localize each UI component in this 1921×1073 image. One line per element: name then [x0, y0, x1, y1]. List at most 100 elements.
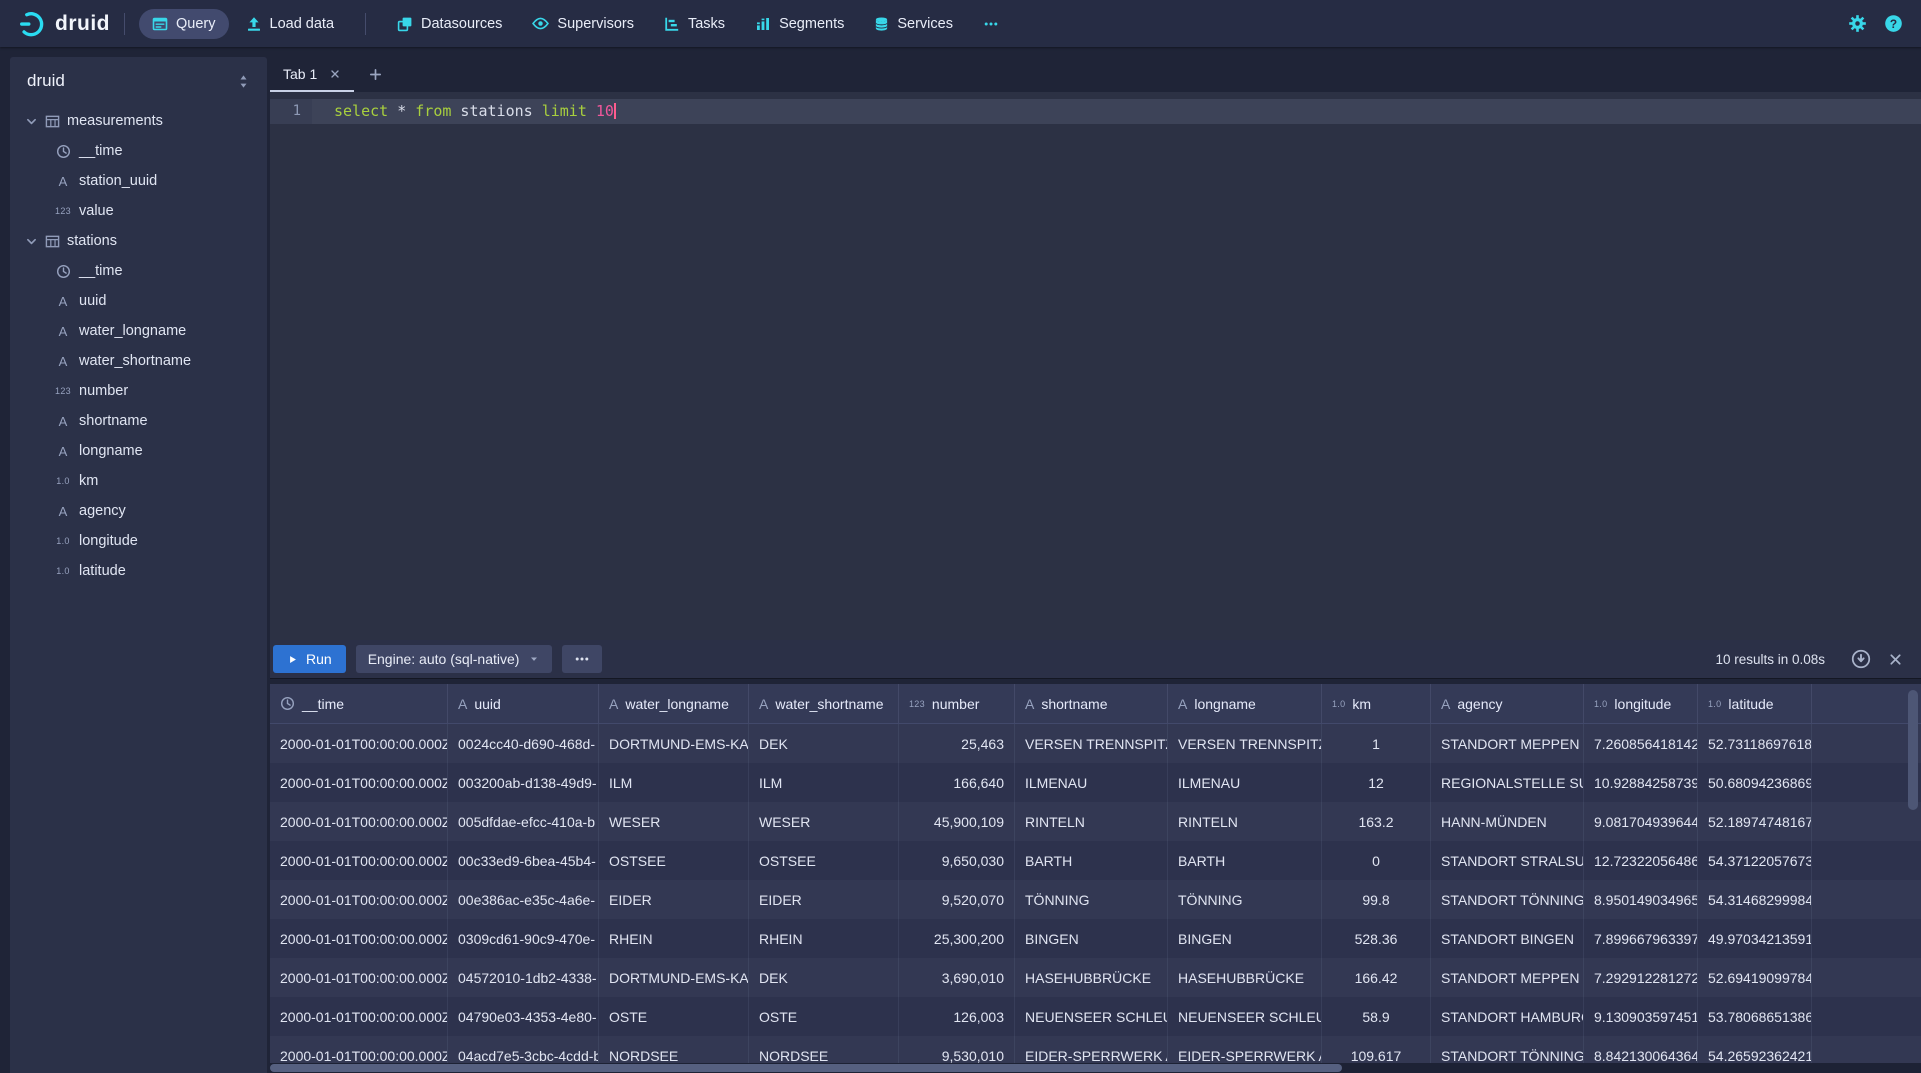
schema-column-uuid[interactable]: Auuid: [10, 286, 267, 316]
cell-__time[interactable]: 2000-01-01T00:00:00.000Z: [270, 841, 448, 880]
nav-item-supervisors[interactable]: Supervisors: [519, 8, 647, 39]
cell-__time[interactable]: 2000-01-01T00:00:00.000Z: [270, 958, 448, 997]
druid-logo[interactable]: druid: [18, 10, 110, 37]
cell-water_shortname[interactable]: OSTE: [749, 997, 899, 1036]
run-button[interactable]: Run: [273, 645, 346, 673]
column-header-number[interactable]: 123number: [899, 684, 1015, 723]
nav-item-load-data[interactable]: Load data: [233, 9, 348, 39]
cell-agency[interactable]: STANDORT STRALSUND: [1431, 841, 1584, 880]
cell-number[interactable]: 9,650,030: [899, 841, 1015, 880]
column-header-shortname[interactable]: Ashortname: [1015, 684, 1168, 723]
engine-select[interactable]: Engine: auto (sql-native): [356, 645, 553, 673]
cell-km[interactable]: 163.2: [1322, 802, 1431, 841]
cell-shortname[interactable]: BINGEN: [1015, 919, 1168, 958]
cell-shortname[interactable]: RINTELN: [1015, 802, 1168, 841]
nav-item-segments[interactable]: Segments: [742, 9, 857, 39]
cell-water_longname[interactable]: ILM: [599, 763, 749, 802]
cell-water_longname[interactable]: EIDER: [599, 880, 749, 919]
cell-latitude[interactable]: 52.6941909978435: [1698, 958, 1812, 997]
cell-latitude[interactable]: 54.3712205767334: [1698, 841, 1812, 880]
cell-km[interactable]: 99.8: [1322, 880, 1431, 919]
cell-number[interactable]: 9,520,070: [899, 880, 1015, 919]
cell-latitude[interactable]: 53.7806865138635: [1698, 997, 1812, 1036]
cell-longname[interactable]: NEUENSEER SCHLEUSE: [1168, 997, 1322, 1036]
cell-water_longname[interactable]: DORTMUND-EMS-KANAL: [599, 958, 749, 997]
cell-shortname[interactable]: ILMENAU: [1015, 763, 1168, 802]
cell-water_shortname[interactable]: EIDER: [749, 880, 899, 919]
cell-agency[interactable]: REGIONALSTELLE SUHL: [1431, 763, 1584, 802]
cell-longname[interactable]: VERSEN TRENNSPITZE: [1168, 724, 1322, 763]
column-header-km[interactable]: 1.0km: [1322, 684, 1431, 723]
schema-column-value[interactable]: 123value: [10, 196, 267, 226]
cell-shortname[interactable]: VERSEN TRENNSPITZE: [1015, 724, 1168, 763]
close-results-icon[interactable]: [1888, 652, 1903, 667]
schema-column-__time[interactable]: __time: [10, 256, 267, 286]
nav-item-services[interactable]: Services: [861, 9, 966, 39]
cell-longitude[interactable]: 8.95014903496543: [1584, 880, 1698, 919]
cell-longname[interactable]: TÖNNING: [1168, 880, 1322, 919]
cell-km[interactable]: 166.42: [1322, 958, 1431, 997]
settings-gear-icon[interactable]: [1848, 14, 1867, 33]
cell-water_longname[interactable]: WESER: [599, 802, 749, 841]
nav-item-tasks[interactable]: Tasks: [651, 9, 738, 39]
cell-uuid[interactable]: 003200ab-d138-49d9-: [448, 763, 599, 802]
cell-longitude[interactable]: 9.08170493964461: [1584, 802, 1698, 841]
cell-number[interactable]: 166,640: [899, 763, 1015, 802]
cell-number[interactable]: 25,463: [899, 724, 1015, 763]
cell-km[interactable]: 12: [1322, 763, 1431, 802]
nav-item-datasources[interactable]: Datasources: [384, 9, 515, 39]
cell-longname[interactable]: HASEHUBBRÜCKE: [1168, 958, 1322, 997]
cell-agency[interactable]: STANDORT MEPPEN: [1431, 724, 1584, 763]
cell-longname[interactable]: RINTELN: [1168, 802, 1322, 841]
cell-uuid[interactable]: 00c33ed9-6bea-45b4-: [448, 841, 599, 880]
add-tab-button[interactable]: [362, 57, 389, 92]
cell-__time[interactable]: 2000-01-01T00:00:00.000Z: [270, 919, 448, 958]
cell-water_longname[interactable]: RHEIN: [599, 919, 749, 958]
cell-uuid[interactable]: 00e386ac-e35c-4a6e-: [448, 880, 599, 919]
schema-column-shortname[interactable]: Ashortname: [10, 406, 267, 436]
download-icon[interactable]: [1851, 649, 1871, 669]
schema-table-measurements[interactable]: measurements: [10, 106, 267, 136]
cell-longname[interactable]: ILMENAU: [1168, 763, 1322, 802]
cell-water_shortname[interactable]: WESER: [749, 802, 899, 841]
cell-longitude[interactable]: 7.26085641814285: [1584, 724, 1698, 763]
cell-agency[interactable]: STANDORT MEPPEN: [1431, 958, 1584, 997]
cell-__time[interactable]: 2000-01-01T00:00:00.000Z: [270, 763, 448, 802]
nav-item-query[interactable]: Query: [139, 9, 229, 39]
sort-swap-icon[interactable]: [236, 74, 251, 89]
schema-column-longitude[interactable]: 1.0longitude: [10, 526, 267, 556]
schema-column-longname[interactable]: Alongname: [10, 436, 267, 466]
cell-number[interactable]: 3,690,010: [899, 958, 1015, 997]
sql-editor[interactable]: 1 select * from stations limit 10: [270, 92, 1921, 640]
schema-table-stations[interactable]: stations: [10, 226, 267, 256]
cell-longitude[interactable]: 7.89966796339776: [1584, 919, 1698, 958]
column-header-longitude[interactable]: 1.0longitude: [1584, 684, 1698, 723]
horizontal-scrollbar[interactable]: [270, 1064, 1342, 1072]
query-text[interactable]: select * from stations limit 10: [312, 99, 1921, 124]
schema-column-water_longname[interactable]: Awater_longname: [10, 316, 267, 346]
cell-uuid[interactable]: 04790e03-4353-4e80-: [448, 997, 599, 1036]
cell-longitude[interactable]: 7.29291228127275: [1584, 958, 1698, 997]
tab-tab1[interactable]: Tab 1: [270, 57, 354, 92]
cell-water_longname[interactable]: DORTMUND-EMS-KANAL: [599, 724, 749, 763]
cell-water_longname[interactable]: OSTSEE: [599, 841, 749, 880]
column-header-agency[interactable]: Aagency: [1431, 684, 1584, 723]
cell-uuid[interactable]: 005dfdae-efcc-410a-b: [448, 802, 599, 841]
tab-close-icon[interactable]: [329, 68, 341, 80]
cell-number[interactable]: 25,300,200: [899, 919, 1015, 958]
cell-latitude[interactable]: 49.9703421359195: [1698, 919, 1812, 958]
cell-shortname[interactable]: NEUENSEER SCHLEUSE: [1015, 997, 1168, 1036]
nav-item-more[interactable]: [970, 9, 1012, 39]
cell-water_shortname[interactable]: DEK: [749, 958, 899, 997]
cell-__time[interactable]: 2000-01-01T00:00:00.000Z: [270, 802, 448, 841]
cell-agency[interactable]: STANDORT TÖNNING: [1431, 880, 1584, 919]
cell-km[interactable]: 1: [1322, 724, 1431, 763]
cell-uuid[interactable]: 0024cc40-d690-468d-: [448, 724, 599, 763]
cell-water_shortname[interactable]: OSTSEE: [749, 841, 899, 880]
cell-longname[interactable]: BINGEN: [1168, 919, 1322, 958]
cell-shortname[interactable]: BARTH: [1015, 841, 1168, 880]
help-icon[interactable]: ?: [1884, 14, 1903, 33]
cell-water_shortname[interactable]: ILM: [749, 763, 899, 802]
cell-water_shortname[interactable]: DEK: [749, 724, 899, 763]
column-header-longname[interactable]: Alongname: [1168, 684, 1322, 723]
